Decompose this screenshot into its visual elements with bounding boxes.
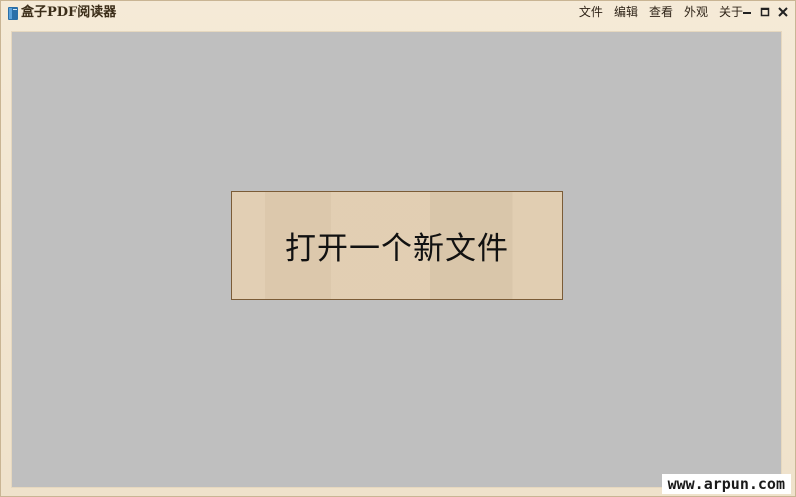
title-bar[interactable]: 盒子PDF阅读器 文件 编辑 查看 外观 关于 [1,1,795,25]
close-icon [778,7,788,17]
close-button[interactable] [777,5,789,19]
minimize-icon [743,12,751,14]
menu-bar: 文件 编辑 查看 外观 关于 [579,4,743,20]
menu-view[interactable]: 查看 [649,4,673,20]
open-button-label: 打开一个新文件 [285,231,509,267]
menu-edit[interactable]: 编辑 [614,4,638,20]
open-new-file-button[interactable]: 打开一个新文件 [231,191,563,300]
watermark-text: www.arpun.com [661,474,791,494]
book-icon [8,7,18,20]
maximize-icon [760,7,770,17]
app-title: 盒子PDF阅读器 [21,5,117,20]
minimize-button[interactable] [741,5,753,19]
menu-file[interactable]: 文件 [579,4,603,20]
menu-about[interactable]: 关于 [719,4,743,20]
app-window: 盒子PDF阅读器 文件 编辑 查看 外观 关于 打开一个新文件 www.arpu… [0,0,796,497]
maximize-button[interactable] [759,5,771,19]
menu-appearance[interactable]: 外观 [684,4,708,20]
